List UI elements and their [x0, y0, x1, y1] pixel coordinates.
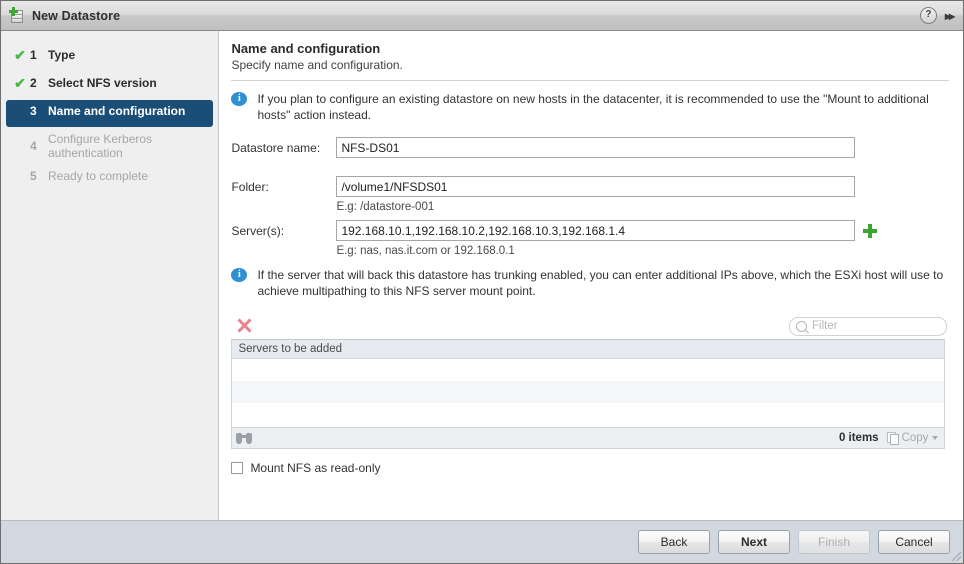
filter-input[interactable] [807, 319, 963, 333]
mount-readonly-row: Mount NFS as read-only [231, 461, 949, 475]
info-message-top-text: If you plan to configure an existing dat… [257, 92, 929, 122]
info-message-bottom-text: If the server that will back this datast… [257, 268, 944, 298]
servers-label: Server(s): [231, 223, 285, 238]
datastore-name-row: Datastore name: [231, 137, 949, 158]
header-divider [231, 80, 949, 81]
copy-label: Copy [901, 432, 929, 444]
table-row[interactable] [232, 381, 945, 403]
copy-icon [886, 432, 899, 445]
page-title: Name and configuration [231, 41, 381, 56]
sidebar-step-name-and-configuration[interactable]: 3 Name and configuration [6, 100, 214, 127]
plus-icon[interactable] [863, 223, 878, 238]
servers-input[interactable] [336, 220, 856, 241]
servers-row: Server(s): [231, 220, 949, 241]
main-panel: Name and configuration Specify name and … [219, 31, 963, 563]
table-footer: 0 items Copy [232, 427, 945, 448]
delete-x-icon[interactable] [235, 317, 253, 335]
step-number: 2 [30, 76, 37, 90]
step-label: Type [48, 48, 76, 62]
back-button[interactable]: Back [638, 530, 710, 554]
chevron-double-right-icon[interactable]: ▸▸ [945, 10, 957, 22]
next-button[interactable]: Next [718, 530, 790, 554]
search-icon [796, 320, 807, 332]
info-message-bottom: i If the server that will back this data… [231, 267, 949, 299]
datastore-name-label: Datastore name: [231, 140, 321, 155]
items-count: 0 items [838, 432, 879, 444]
resize-grip[interactable] [952, 552, 961, 561]
servers-hint: E.g: nas, nas.it.com or 192.168.0.1 [336, 245, 515, 257]
servers-table-toolbar [231, 313, 963, 339]
page-subtitle: Specify name and configuration. [231, 58, 403, 72]
info-message-top: i If you plan to configure an existing d… [231, 91, 949, 123]
window-title: New Datastore [32, 8, 121, 23]
folder-label: Folder: [231, 179, 269, 194]
filter-box[interactable] [789, 316, 963, 336]
binoculars-icon[interactable] [236, 432, 253, 444]
sidebar-step-ready-to-complete[interactable]: 5 Ready to complete [6, 165, 213, 192]
info-icon: i [231, 268, 248, 282]
step-check-icon: ✔ [14, 47, 26, 63]
row-gap [231, 162, 949, 176]
new-datastore-dialog: New Datastore ? ▸▸ ✔ 1 Type ✔ 2 Select N… [0, 0, 964, 564]
folder-hint: E.g: /datastore-001 [336, 201, 435, 213]
table-row[interactable] [232, 359, 944, 381]
window-titlebar: New Datastore ? ▸▸ [1, 1, 963, 31]
table-body [232, 359, 945, 427]
help-icon[interactable]: ? [919, 7, 937, 24]
sidebar-step-select-nfs-version[interactable]: ✔ 2 Select NFS version [6, 72, 213, 99]
dialog-content: ✔ 1 Type ✔ 2 Select NFS version 3 Name a… [1, 31, 963, 563]
step-label: Configure Kerberos authentication [48, 132, 153, 160]
datastore-name-input[interactable] [336, 137, 856, 158]
step-check-icon: ✔ [14, 75, 26, 91]
servers-table: Servers to be added 0 items Copy [231, 339, 946, 449]
mount-readonly-label: Mount NFS as read-only [250, 461, 381, 475]
step-label: Name and configuration [48, 104, 186, 118]
copy-button[interactable]: Copy [886, 432, 939, 445]
mount-readonly-checkbox[interactable] [231, 462, 244, 474]
table-header-row: Servers to be added [232, 340, 945, 359]
cancel-button[interactable]: Cancel [878, 530, 950, 554]
step-label: Ready to complete [48, 169, 149, 183]
folder-row: Folder: [231, 176, 949, 197]
step-label: Select NFS version [48, 76, 157, 90]
step-number: 5 [30, 169, 37, 183]
chevron-down-icon[interactable] [932, 436, 939, 440]
step-number: 1 [30, 48, 37, 62]
sidebar-step-configure-kerberos-authentication[interactable]: 4 Configure Kerberos authentication [6, 128, 213, 164]
sidebar-step-type[interactable]: ✔ 1 Type [6, 44, 213, 71]
column-header-servers-to-be-added[interactable]: Servers to be added [238, 343, 342, 355]
step-number: 3 [30, 104, 37, 118]
datastore-add-icon [9, 6, 25, 24]
wizard-steps-sidebar: ✔ 1 Type ✔ 2 Select NFS version 3 Name a… [1, 31, 220, 563]
table-row[interactable] [232, 403, 944, 425]
info-icon: i [231, 92, 248, 106]
step-number: 4 [30, 139, 37, 153]
folder-input[interactable] [336, 176, 856, 197]
dialog-footer: Back Next Finish Cancel [1, 520, 963, 563]
finish-button: Finish [798, 530, 870, 554]
